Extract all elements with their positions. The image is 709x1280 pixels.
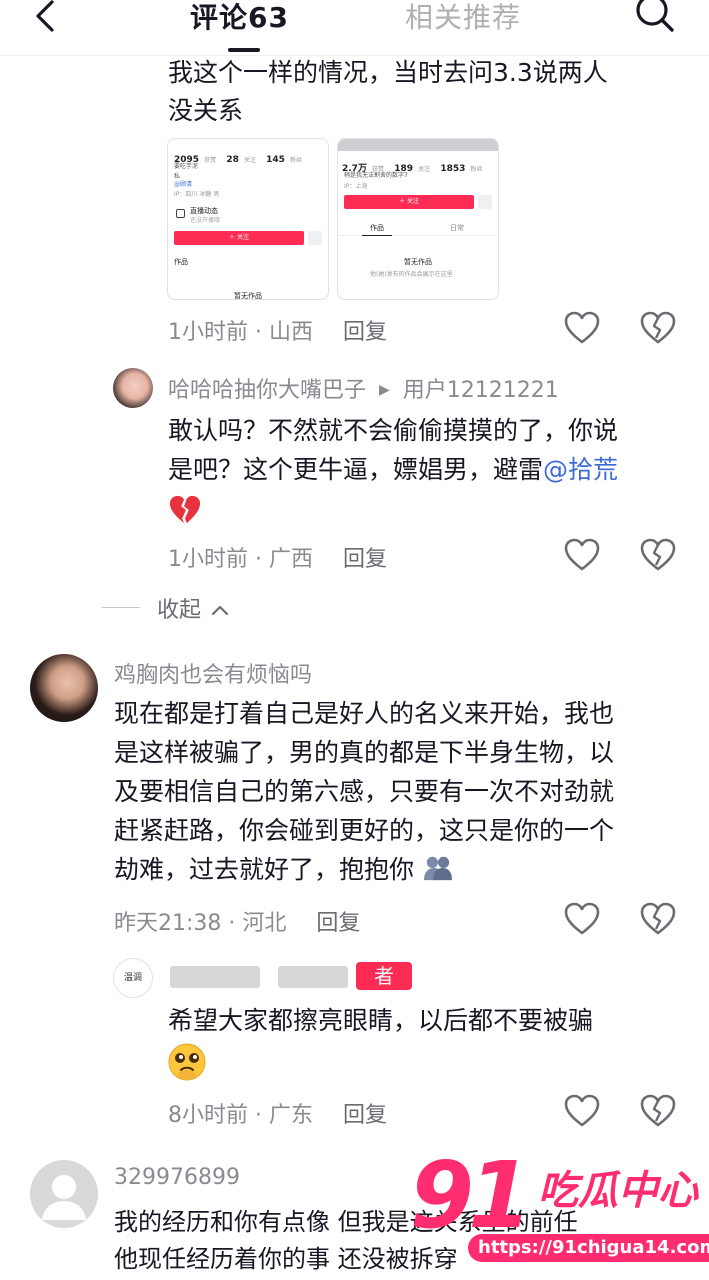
like-button[interactable]	[564, 902, 600, 936]
blurred-username	[278, 966, 348, 988]
comment-time-location: 8小时前 · 广东	[168, 1103, 313, 1128]
dislike-button[interactable]	[640, 1094, 676, 1128]
empty-works: 暂无作品	[404, 258, 432, 266]
empty-works: 暂无作品	[234, 292, 262, 300]
comment-text-line: 他现任经历着你的事 还没被拆穿	[114, 1245, 458, 1273]
reply-button[interactable]: 回复	[343, 320, 387, 345]
like-button[interactable]	[564, 538, 600, 572]
tab-works: 作品	[370, 224, 384, 232]
like-button[interactable]	[564, 1094, 600, 1128]
username[interactable]: 329976899	[114, 1165, 240, 1190]
heart-icon	[564, 902, 600, 935]
chevron-up-icon	[211, 605, 229, 616]
avatar[interactable]	[30, 654, 98, 722]
comment-text: 劫难，过去就好了，抱抱你	[114, 855, 415, 884]
profile-mention: @顾清	[174, 181, 193, 188]
comment-text-line: 赶紧赶路，你会碰到更好的，这只是你的一个	[114, 816, 615, 845]
reply-user-line: 哈哈哈抽你大嘴巴子 ▶ 用户12121221	[168, 372, 559, 404]
broken-heart-icon	[640, 1094, 676, 1127]
comment-text-line: 是这样被骗了，男的真的都是下半身生物，以	[114, 738, 615, 767]
comment-meta: 8小时前 · 广东 回复	[168, 1097, 387, 1129]
live-icon	[176, 209, 185, 218]
mention-link[interactable]: @拾荒	[543, 455, 618, 484]
dislike-button[interactable]	[640, 538, 676, 572]
comment-image-profile-1[interactable]: 2095 获赞 28 关注 145 粉丝 要吃芋泥 私 @顾清 IP：四川 冰糖…	[167, 138, 329, 300]
heart-icon	[564, 1094, 600, 1127]
dislike-button[interactable]	[640, 902, 676, 936]
reply-button[interactable]: 回复	[343, 1103, 387, 1128]
hug-emoji	[423, 856, 452, 881]
comment-text: 是吧？这个更牛逼，嫖娼男，避雷	[168, 455, 544, 484]
profile-bio: 稍是我无法割舍的数字7	[344, 172, 408, 179]
comment-text-line: 是吧？这个更牛逼，嫖娼男，避雷@拾荒	[168, 451, 618, 489]
back-button[interactable]	[26, 0, 66, 36]
broken-heart-icon	[640, 902, 676, 935]
username[interactable]: 哈哈哈抽你大嘴巴子	[168, 378, 366, 403]
profile-cover	[338, 139, 498, 151]
profile-ip: IP：上海	[344, 183, 368, 190]
active-tab-indicator	[228, 48, 260, 52]
reply-to-username[interactable]: 用户12121221	[403, 378, 559, 403]
follow-button: ＋ 关注	[344, 195, 474, 209]
watermark-number: 91	[410, 1142, 532, 1249]
active-tab-line	[362, 235, 392, 236]
avatar[interactable]: 温调	[113, 958, 153, 998]
live-sub: 还没开播哦	[190, 217, 221, 224]
broken-heart-icon	[640, 538, 676, 571]
username[interactable]: 鸡胸肉也会有烦恼吗	[114, 657, 312, 689]
search-button[interactable]	[632, 0, 678, 34]
comment-image-profile-2[interactable]: 2.7万 获赞 189 关注 1853 粉丝 稍是我无法割舍的数字7 IP：上海…	[337, 138, 499, 300]
broken-heart-icon	[640, 311, 676, 344]
dropdown-icon	[478, 195, 492, 209]
profile-bio: 要吃芋泥	[174, 163, 199, 170]
tab-related[interactable]: 相关推荐	[405, 0, 521, 36]
search-icon	[636, 0, 674, 32]
reply-arrow-icon: ▶	[379, 382, 390, 398]
empty-works-sub: 他(她)发布的作品会展示在这里	[370, 271, 453, 278]
reply-button[interactable]: 回复	[316, 911, 360, 936]
default-avatar-icon	[42, 1175, 86, 1220]
broken-heart-emoji	[168, 494, 202, 526]
heart-icon	[564, 538, 600, 571]
follow-button: ＋ 关注	[174, 231, 304, 245]
collapse-label: 收起	[157, 592, 230, 624]
comment-meta: 1小时前 · 山西 回复	[168, 314, 387, 346]
tab-daily: 日常	[450, 224, 464, 232]
works-section: 作品	[174, 258, 188, 266]
watermark-brand: 吃瓜中心	[538, 1168, 698, 1214]
pleading-emoji	[167, 1042, 207, 1082]
like-button[interactable]	[564, 311, 600, 345]
dislike-button[interactable]	[640, 311, 676, 345]
comment-text-line: 希望大家都擦亮眼睛，以后都不要被骗	[168, 1006, 594, 1035]
author-badge: 者	[356, 962, 412, 990]
comment-text-line: 敢认吗？不然就不会偷偷摸摸的了，你说	[168, 416, 619, 445]
dropdown-icon	[308, 231, 322, 245]
avatar[interactable]	[113, 368, 153, 408]
comment-meta: 昨天21:38 · 河北 回复	[114, 905, 360, 937]
watermark: 91 吃瓜中心 https://91chigua14.com	[410, 1142, 709, 1280]
profile-tags: IP：四川 冰糖 男	[174, 191, 220, 198]
comment-text-line: 我这个一样的情况，当时去问3.3说两人	[168, 58, 608, 87]
blurred-username	[170, 966, 260, 988]
comment-text-line: 及要相信自己的第六感，只要有一次不对劲就	[114, 777, 615, 806]
chevron-left-icon	[36, 0, 54, 32]
comment-time-location: 1小时前 · 广西	[168, 547, 313, 572]
comment-text-line: 劫难，过去就好了，抱抱你	[114, 851, 454, 889]
comment-meta: 1小时前 · 广西 回复	[168, 541, 387, 573]
reply-button[interactable]: 回复	[343, 547, 387, 572]
watermark-url: https://91chigua14.com	[468, 1234, 709, 1262]
tab-comments[interactable]: 评论63	[190, 0, 289, 36]
comment-time-location: 昨天21:38 · 河北	[114, 911, 287, 936]
comment-text-line: 现在都是打着自己是好人的名义来开始，我也	[114, 699, 615, 728]
comment-time-location: 1小时前 · 山西	[168, 320, 313, 345]
top-bar: 评论63 相关推荐	[0, 0, 709, 56]
divider-line	[102, 607, 140, 608]
heart-icon	[564, 311, 600, 344]
avatar[interactable]	[30, 1160, 98, 1228]
comment-text-line: 没关系	[168, 96, 244, 125]
